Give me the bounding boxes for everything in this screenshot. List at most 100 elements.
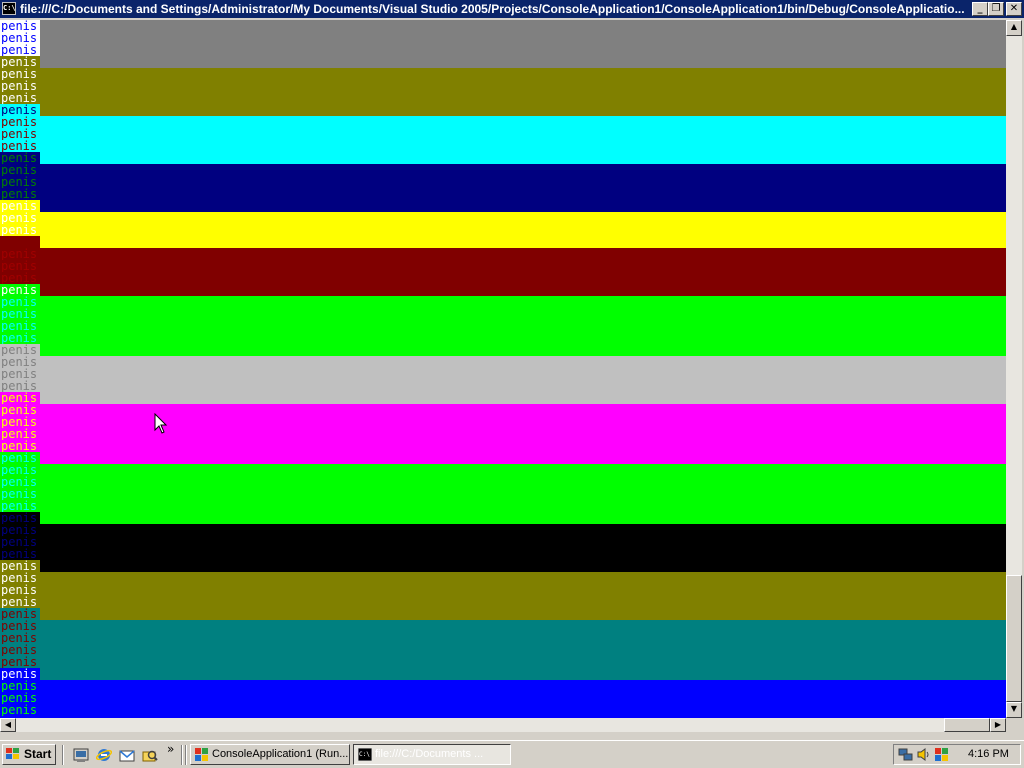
vertical-scroll-thumb[interactable]: [1006, 575, 1022, 702]
console-line: penis: [0, 296, 40, 308]
console-line: penis: [0, 344, 40, 356]
console-line: penis: [0, 680, 40, 692]
scroll-left-button[interactable]: ◀: [0, 718, 16, 732]
console-color-band: [0, 620, 1006, 680]
console-line: penis: [0, 572, 40, 584]
console-line: penis: [0, 416, 40, 428]
console-color-band: [0, 164, 1006, 212]
console-line: penis: [0, 236, 40, 248]
console-line: penis: [0, 188, 40, 200]
console-line: penis: [0, 632, 40, 644]
horizontal-scroll-thumb[interactable]: [944, 718, 990, 732]
console-line: penis: [0, 464, 40, 476]
console-color-band: [0, 572, 1006, 620]
console-line: penis: [0, 200, 40, 212]
console-line: penis: [0, 248, 40, 260]
vertical-scrollbar[interactable]: ▲ ▼: [1006, 20, 1022, 718]
internet-explorer-icon[interactable]: [96, 747, 112, 763]
console-line: penis: [0, 524, 40, 536]
quick-launch-overflow-chevron[interactable]: »: [167, 742, 174, 756]
scroll-right-button[interactable]: ▶: [990, 718, 1006, 732]
taskbar: Start » ConsoleApplication1 (Run... C:\ …: [0, 740, 1024, 768]
close-button[interactable]: ✕: [1006, 2, 1022, 16]
console-line: penis: [0, 20, 40, 32]
console-color-band: [0, 464, 1006, 524]
system-tray: 4:16 PM: [893, 744, 1021, 765]
minimize-button[interactable]: _: [972, 2, 988, 16]
outlook-express-icon[interactable]: [119, 747, 135, 763]
console-window-icon[interactable]: C:\: [2, 2, 16, 15]
console-line: penis: [0, 356, 40, 368]
taskbar-separator: [62, 745, 64, 765]
console-color-band: [0, 356, 1006, 404]
console-color-band: [0, 20, 1006, 68]
console-line: penis: [0, 500, 40, 512]
console-line: penis: [0, 68, 40, 80]
console-line: penis: [0, 284, 40, 296]
console-color-band: [0, 296, 1006, 356]
console-color-band: [0, 524, 1006, 572]
console-color-band: [0, 680, 1006, 716]
console-line: penis: [0, 596, 40, 608]
volume-icon[interactable]: [916, 747, 931, 762]
visual-studio-tray-icon[interactable]: [934, 747, 949, 762]
console-line: penis: [0, 260, 40, 272]
console-line: penis: [0, 308, 40, 320]
console-line: penis: [0, 536, 40, 548]
horizontal-scrollbar[interactable]: ◀ ▶: [0, 718, 1006, 732]
console-line: penis: [0, 44, 40, 56]
maximize-restore-button[interactable]: ❐: [988, 2, 1004, 16]
console-line: penis: [0, 212, 40, 224]
console-line: penis: [0, 428, 40, 440]
console-line: penis: [0, 440, 40, 452]
console-line: penis: [0, 128, 40, 140]
console-line: penis: [0, 176, 40, 188]
console-color-band: [0, 248, 1006, 296]
console-window: C:\ file:///C:/Documents and Settings/Ad…: [0, 0, 1024, 740]
console-color-band: [0, 212, 1006, 248]
task-button-console[interactable]: C:\ file:///C:/Documents ...: [353, 744, 511, 765]
visual-studio-icon: [195, 748, 208, 761]
console-line: penis: [0, 224, 40, 236]
task-button-label: ConsoleApplication1 (Run...: [212, 748, 349, 760]
console-line: penis: [0, 56, 40, 68]
console-line: penis: [0, 512, 40, 524]
console-icon: C:\: [358, 748, 372, 761]
console-line: penis: [0, 164, 40, 176]
network-icon[interactable]: [898, 747, 913, 762]
console-color-band: [0, 68, 1006, 116]
console-line: penis: [0, 332, 40, 344]
console-line: penis: [0, 368, 40, 380]
console-line: penis: [0, 320, 40, 332]
scroll-down-button[interactable]: ▼: [1006, 702, 1022, 718]
clock[interactable]: 4:16 PM: [968, 745, 1009, 764]
task-button-visual-studio[interactable]: ConsoleApplication1 (Run...: [190, 744, 350, 765]
console-line: penis: [0, 488, 40, 500]
console-line: penis: [0, 152, 40, 164]
console-line: penis: [0, 140, 40, 152]
taskbar-separator: [185, 745, 187, 765]
scroll-up-button[interactable]: ▲: [1006, 20, 1022, 36]
show-desktop-icon[interactable]: [73, 747, 89, 763]
console-color-band: [0, 404, 1006, 464]
console-line: penis: [0, 272, 40, 284]
title-bar[interactable]: C:\ file:///C:/Documents and Settings/Ad…: [0, 0, 1024, 18]
console-line: penis: [0, 80, 40, 92]
console-line: penis: [0, 404, 40, 416]
console-line: penis: [0, 644, 40, 656]
console-line: penis: [0, 476, 40, 488]
console-line: penis: [0, 392, 40, 404]
start-button[interactable]: Start: [2, 744, 56, 765]
console-line: penis: [0, 656, 40, 668]
console-output[interactable]: penis penis penis penis penis penis penis penis…: [0, 20, 1006, 718]
task-button-label: file:///C:/Documents ...: [375, 748, 484, 760]
console-color-band: [0, 116, 1006, 164]
svg-text:C:\: C:\: [359, 751, 370, 758]
window-title: file:///C:/Documents and Settings/Admini…: [20, 2, 965, 16]
windows-explorer-icon[interactable]: [142, 747, 158, 763]
console-line: penis: [0, 104, 40, 116]
console-line: penis: [0, 116, 40, 128]
console-line: penis: [0, 92, 40, 104]
console-line: penis: [0, 548, 40, 560]
mouse-cursor-icon: [154, 413, 168, 434]
